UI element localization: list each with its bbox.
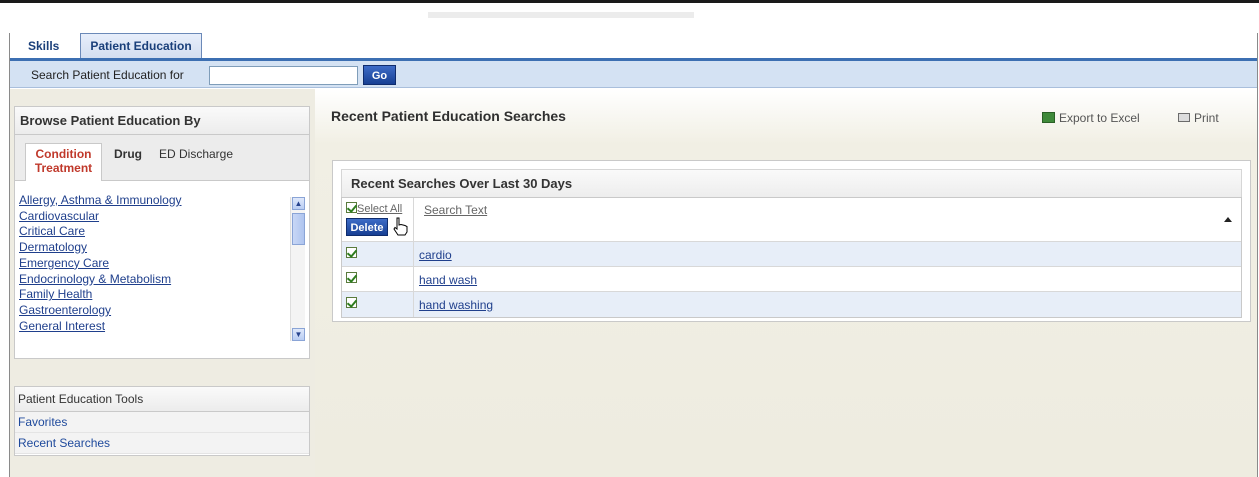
window-top-border [0, 0, 1259, 3]
top-scroll-strip [428, 12, 694, 18]
recent-searches-title: Recent Searches Over Last 30 Days [341, 169, 1242, 197]
search-text-column-header[interactable]: Search Text [424, 203, 487, 217]
condition-link[interactable]: Gastroenterology [19, 303, 283, 319]
excel-icon [1042, 112, 1055, 123]
condition-list-scrollbar[interactable]: ▲ ▼ [290, 197, 305, 341]
row-checkbox-cell [342, 267, 414, 291]
subtab-condition-treatment[interactable]: Condition Treatment [25, 143, 102, 181]
scrollbar-thumb[interactable] [292, 213, 305, 245]
tab-patient-education[interactable]: Patient Education [80, 33, 202, 59]
row-checkbox-cell [342, 242, 414, 266]
condition-link[interactable]: Cardiovascular [19, 209, 283, 225]
condition-link[interactable]: Dermatology [19, 240, 283, 256]
browse-panel-title: Browse Patient Education By [15, 107, 309, 135]
subtab-label: Condition Treatment [34, 147, 93, 175]
tools-item-recent-searches[interactable]: Recent Searches [15, 433, 309, 454]
select-all-control[interactable]: Select All [346, 202, 402, 215]
row-checkbox[interactable] [346, 272, 357, 283]
delete-button[interactable]: Delete [346, 218, 388, 236]
subtab-label: Drug [114, 147, 142, 161]
page-title: Recent Patient Education Searches [331, 108, 566, 124]
table-header: Select All Delete Search Text [342, 198, 1241, 242]
search-text-link[interactable]: hand washing [419, 298, 493, 312]
frame-right-border [1257, 33, 1258, 477]
sort-ascending-icon[interactable] [1224, 217, 1232, 222]
main-content: Recent Patient Education Searches Export… [315, 89, 1257, 477]
search-label: Search Patient Education for [31, 68, 184, 82]
go-button[interactable]: Go [363, 65, 396, 85]
table-row: hand washing [342, 292, 1241, 317]
condition-link[interactable]: Family Health [19, 287, 283, 303]
tools-item-favorites[interactable]: Favorites [15, 412, 309, 433]
condition-link[interactable]: Emergency Care [19, 256, 283, 272]
search-text-link[interactable]: cardio [419, 248, 452, 262]
print-label: Print [1194, 111, 1219, 125]
recent-searches-panel: Recent Searches Over Last 30 Days Select… [332, 160, 1251, 322]
condition-link[interactable]: Endocrinology & Metabolism [19, 272, 283, 288]
row-checkbox-cell [342, 292, 414, 317]
tools-panel-title: Patient Education Tools [15, 387, 309, 412]
subtab-ed-discharge[interactable]: ED Discharge [149, 147, 243, 161]
left-sidebar: Browse Patient Education By Condition Tr… [10, 89, 315, 477]
select-all-checkbox[interactable] [346, 202, 357, 213]
select-all-label[interactable]: Select All [357, 203, 402, 215]
scroll-up-arrow-icon[interactable]: ▲ [292, 197, 305, 210]
scroll-down-arrow-icon[interactable]: ▼ [292, 328, 305, 341]
table-row: hand wash [342, 267, 1241, 292]
browse-subtabs: Condition Treatment Drug ED Discharge [15, 135, 309, 181]
table-row: cardio [342, 242, 1241, 267]
checkbox-column-header: Select All Delete [342, 198, 414, 241]
condition-link[interactable]: General Interest [19, 319, 283, 335]
condition-link[interactable]: Critical Care [19, 224, 283, 240]
row-checkbox[interactable] [346, 247, 357, 258]
print-link[interactable]: Print [1178, 111, 1219, 125]
hand-cursor-icon [393, 217, 408, 236]
row-checkbox[interactable] [346, 297, 357, 308]
export-to-excel-link[interactable]: Export to Excel [1042, 111, 1140, 125]
tab-skills[interactable]: Skills [22, 37, 65, 57]
search-bar: Search Patient Education for Go [10, 61, 1257, 88]
subtab-drug[interactable]: Drug [107, 147, 149, 161]
search-text-link[interactable]: hand wash [419, 273, 477, 287]
search-input[interactable] [209, 66, 358, 85]
tools-panel: Patient Education Tools Favorites Recent… [14, 386, 310, 456]
export-label: Export to Excel [1059, 111, 1140, 125]
subtab-label: ED Discharge [158, 147, 234, 161]
recent-searches-table: Select All Delete Search Text cardio han… [341, 197, 1242, 318]
condition-list: Allergy, Asthma & Immunology Cardiovascu… [19, 193, 283, 334]
condition-link[interactable]: Allergy, Asthma & Immunology [19, 193, 283, 209]
top-tab-bar: Skills Patient Education [10, 33, 1257, 59]
printer-icon [1178, 113, 1190, 122]
